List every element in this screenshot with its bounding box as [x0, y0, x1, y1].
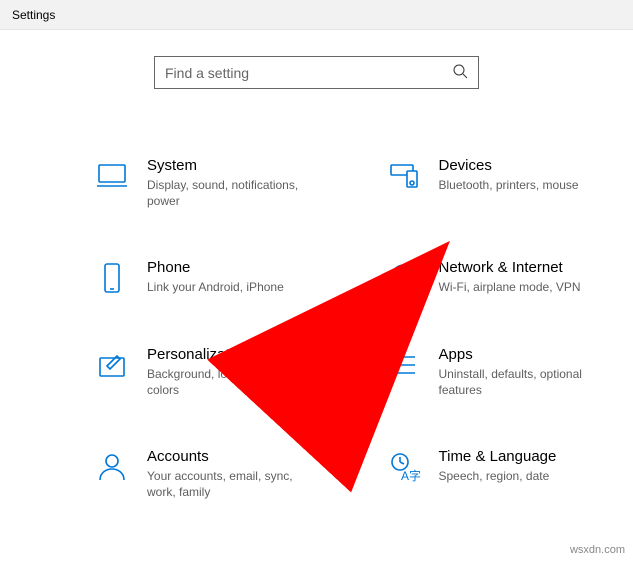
- tile-text: Accounts Your accounts, email, sync, wor…: [147, 448, 312, 500]
- tile-time-language[interactable]: A字 Time & Language Speech, region, date: [322, 448, 604, 500]
- tile-desc: Bluetooth, printers, mouse: [439, 177, 579, 193]
- tile-title: Devices: [439, 157, 579, 174]
- tile-text: Phone Link your Android, iPhone: [147, 259, 284, 295]
- tile-desc: Background, lock screen, colors: [147, 366, 312, 398]
- tile-title: Phone: [147, 259, 284, 276]
- tile-text: Network & Internet Wi-Fi, airplane mode,…: [439, 259, 581, 295]
- settings-grid: System Display, sound, notifications, po…: [0, 89, 633, 500]
- tile-network-internet[interactable]: Network & Internet Wi-Fi, airplane mode,…: [322, 259, 604, 295]
- phone-icon: [95, 261, 129, 295]
- window-title: Settings: [12, 8, 55, 22]
- tile-desc: Display, sound, notifications, power: [147, 177, 312, 209]
- tile-title: System: [147, 157, 312, 174]
- content-area: Find a setting System Display, sound, no…: [0, 30, 633, 500]
- tile-devices[interactable]: Devices Bluetooth, printers, mouse: [322, 157, 604, 209]
- accounts-icon: [95, 450, 129, 484]
- svg-text:A字: A字: [401, 468, 421, 483]
- personalization-icon: [95, 348, 129, 382]
- system-icon: [95, 159, 129, 193]
- devices-icon: [387, 159, 421, 193]
- tile-title: Time & Language: [439, 448, 557, 465]
- tile-text: Devices Bluetooth, printers, mouse: [439, 157, 579, 193]
- watermark: wsxdn.com: [570, 544, 625, 556]
- apps-icon: [387, 348, 421, 382]
- tile-title: Apps: [439, 346, 604, 363]
- tile-personalization[interactable]: Personalization Background, lock screen,…: [30, 346, 312, 398]
- tile-title: Network & Internet: [439, 259, 581, 276]
- tile-title: Personalization: [147, 346, 312, 363]
- titlebar: Settings: [0, 0, 633, 30]
- tile-desc: Link your Android, iPhone: [147, 279, 284, 295]
- tile-desc: Speech, region, date: [439, 468, 557, 484]
- tile-phone[interactable]: Phone Link your Android, iPhone: [30, 259, 312, 295]
- tile-text: Time & Language Speech, region, date: [439, 448, 557, 484]
- tile-text: Apps Uninstall, defaults, optional featu…: [439, 346, 604, 398]
- search-wrap: Find a setting: [0, 56, 633, 89]
- tile-text: Personalization Background, lock screen,…: [147, 346, 312, 398]
- search-icon: [452, 63, 468, 82]
- globe-icon: [387, 261, 421, 295]
- tile-apps[interactable]: Apps Uninstall, defaults, optional featu…: [322, 346, 604, 398]
- tile-desc: Your accounts, email, sync, work, family: [147, 468, 312, 500]
- time-language-icon: A字: [387, 450, 421, 484]
- search-placeholder: Find a setting: [165, 65, 452, 81]
- tile-system[interactable]: System Display, sound, notifications, po…: [30, 157, 312, 209]
- tile-title: Accounts: [147, 448, 312, 465]
- tile-desc: Uninstall, defaults, optional features: [439, 366, 604, 398]
- tile-text: System Display, sound, notifications, po…: [147, 157, 312, 209]
- tile-desc: Wi-Fi, airplane mode, VPN: [439, 279, 581, 295]
- search-input[interactable]: Find a setting: [154, 56, 479, 89]
- tile-accounts[interactable]: Accounts Your accounts, email, sync, wor…: [30, 448, 312, 500]
